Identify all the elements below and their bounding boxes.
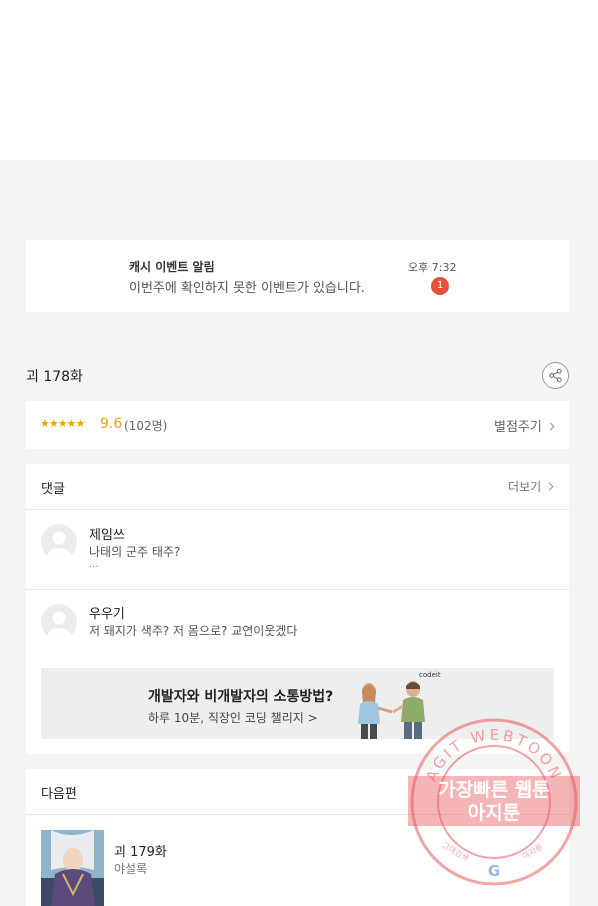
comments-card: 댓글 더보기 제임쓰 나태의 군주 태주? ... 우우기 저 돼지가 색주? — [26, 464, 569, 754]
avatar — [41, 604, 77, 640]
comment-item[interactable]: 우우기 저 돼지가 색주? 저 몸으로? 교연이웃겠다 — [26, 590, 569, 660]
ad-headline: 개발자와 비개발자의 소통방법? — [148, 689, 334, 705]
user-avatar-icon — [47, 531, 71, 560]
share-icon — [549, 368, 562, 383]
top-blank-area — [0, 0, 598, 160]
rate-button[interactable]: 별점주기 — [494, 416, 555, 435]
notification-card[interactable]: 캐시 이벤트 알림 이번주에 확인하지 못한 이벤트가 있습니다. 오후 7:3… — [26, 240, 569, 312]
notification-title: 캐시 이벤트 알림 — [129, 260, 215, 274]
notification-body: 이번주에 확인하지 못한 이벤트가 있습니다. — [129, 281, 365, 296]
comments-header: 댓글 더보기 — [26, 464, 569, 510]
ad-banner[interactable]: 개발자와 비개발자의 소통방법? 하루 10분, 직장인 코딩 챌리지 > co… — [41, 668, 554, 739]
chevron-right-icon — [549, 422, 555, 431]
comments-more-label: 더보기 — [508, 480, 542, 494]
comment-text: 저 돼지가 색주? 저 몸으로? 교연이웃겠다 — [89, 624, 298, 638]
episode-title: 괴 178화 — [26, 369, 83, 385]
avatar — [41, 524, 77, 560]
user-avatar-icon — [47, 611, 71, 640]
rating-stars: ★★★★★ — [40, 417, 85, 430]
thumbnail-illustration — [41, 830, 104, 906]
notification-badge: 1 — [431, 277, 449, 295]
comments-more-button[interactable]: 더보기 — [508, 478, 554, 495]
next-episode-author: 야설록 — [114, 862, 148, 876]
ad-subtext: 하루 10분, 직장인 코딩 챌리지 > — [148, 711, 318, 725]
comment-author: 제임쓰 — [89, 528, 125, 543]
rating-count: (102명) — [124, 419, 168, 433]
comments-title: 댓글 — [41, 482, 65, 497]
notification-time: 오후 7:32 — [408, 261, 457, 274]
next-episode-title: 다음편 — [41, 787, 77, 802]
rating-card: ★★★★★ 9.6 (102명) 별점주기 — [26, 401, 569, 449]
next-episode-header: 다음편 — [26, 769, 569, 815]
next-episode-card[interactable]: 다음편 괴 179화 야설록 — [26, 769, 569, 906]
comment-ellipsis: ... — [89, 559, 99, 570]
ad-illustration — [358, 681, 425, 739]
comment-item[interactable]: 제임쓰 나태의 군주 태주? ... — [26, 510, 569, 589]
next-episode-thumbnail[interactable] — [41, 830, 104, 906]
comment-author: 우우기 — [89, 607, 125, 622]
next-episode-name: 괴 179화 — [114, 845, 167, 860]
rating-score: 9.6 — [100, 416, 123, 432]
share-button[interactable] — [542, 362, 569, 389]
chevron-right-icon — [548, 482, 554, 491]
comment-text: 나태의 군주 태주? — [89, 545, 181, 559]
rate-button-label: 별점주기 — [494, 420, 542, 435]
